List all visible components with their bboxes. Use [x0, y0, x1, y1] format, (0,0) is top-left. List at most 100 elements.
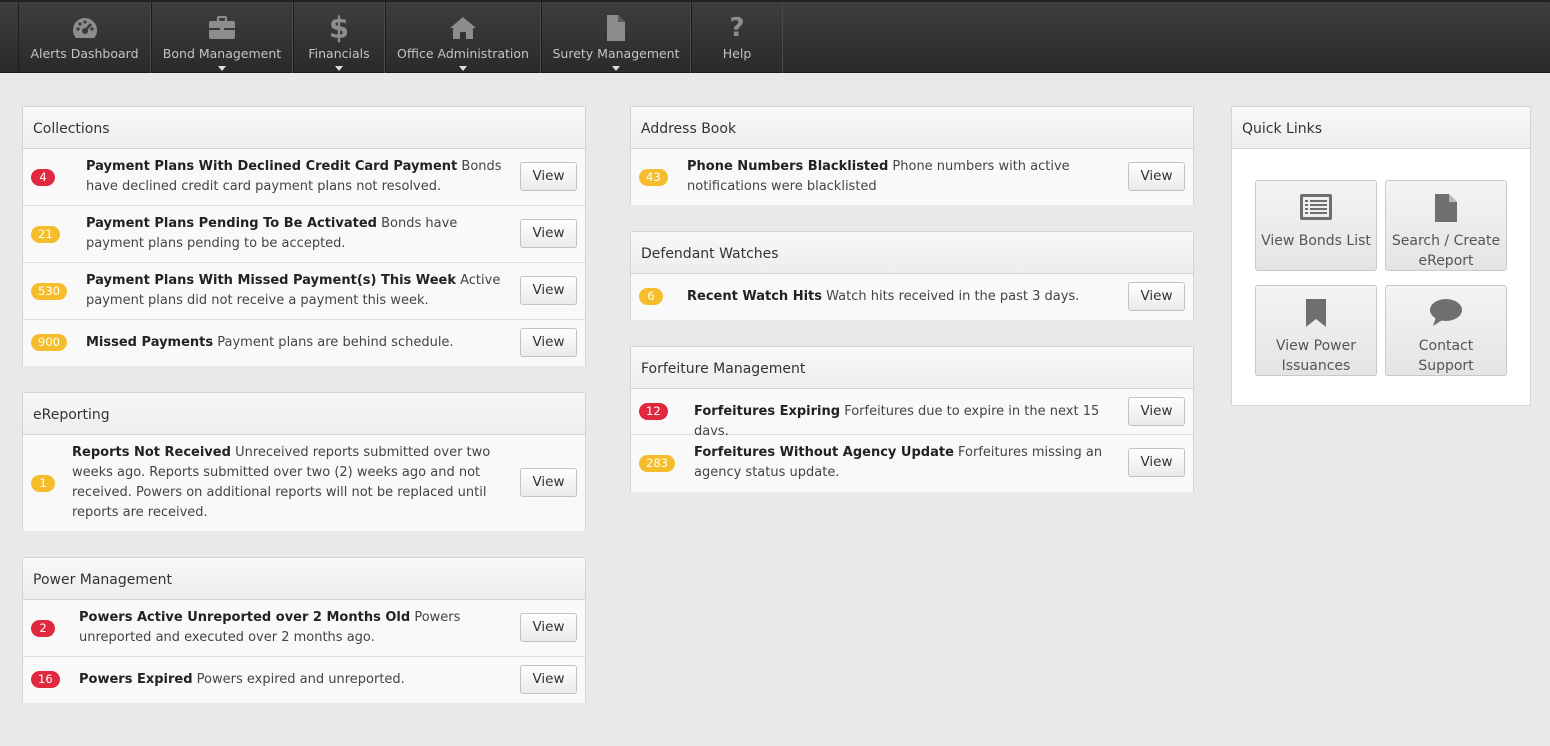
chevron-down-icon	[218, 66, 226, 71]
list-icon	[1256, 193, 1376, 223]
nav-label: Bond Management	[162, 46, 282, 61]
panel-title: Power Management	[23, 558, 585, 600]
nav-label: Alerts Dashboard	[30, 46, 139, 61]
count-badge: 4	[31, 169, 55, 186]
alert-row: 6 Recent Watch Hits Watch hits received …	[631, 274, 1193, 320]
quick-link-label: View Power Issuances	[1275, 338, 1356, 374]
home-icon	[448, 14, 478, 42]
defendant-watches-panel: Defendant Watches 6 Recent Watch Hits Wa…	[630, 231, 1194, 320]
view-button[interactable]: View	[520, 276, 577, 305]
nav-financials[interactable]: $ Financials	[293, 2, 385, 73]
file-icon	[604, 14, 628, 42]
alert-title: Payment Plans With Declined Credit Card …	[86, 159, 458, 174]
panel-title: Address Book	[631, 107, 1193, 149]
view-button[interactable]: View	[520, 328, 577, 357]
alert-title: Missed Payments	[86, 335, 214, 350]
forfeiture-management-panel: Forfeiture Management 12 Forfeitures Exp…	[630, 346, 1194, 492]
view-button[interactable]: View	[520, 613, 577, 642]
alert-text: Forfeitures Without Agency Update Forfei…	[694, 443, 1119, 483]
chevron-down-icon	[612, 66, 620, 71]
main-menu: Alerts Dashboard Bond Management $ Finan…	[18, 2, 783, 73]
address-book-panel: Address Book 43 Phone Numbers Blackliste…	[630, 106, 1194, 205]
bookmark-icon	[1256, 298, 1376, 328]
alert-title: Payment Plans Pending To Be Activated	[86, 216, 377, 231]
nav-alerts-dashboard[interactable]: Alerts Dashboard	[18, 2, 151, 73]
alert-text: Powers Active Unreported over 2 Months O…	[79, 608, 504, 648]
briefcase-icon	[207, 14, 237, 42]
alert-row: 16 Powers Expired Powers expired and unr…	[23, 657, 585, 703]
nav-label: Surety Management	[552, 46, 680, 61]
alert-description: Watch hits received in the past 3 days.	[826, 289, 1080, 304]
nav-label: Help	[722, 46, 752, 61]
alert-row: 283 Forfeitures Without Agency Update Fo…	[631, 435, 1193, 492]
panel-title: Quick Links	[1232, 107, 1530, 149]
dashboard-icon	[70, 14, 100, 42]
quick-link-label: Contact Support	[1418, 338, 1474, 374]
alert-title: Forfeitures Without Agency Update	[694, 445, 954, 460]
panel-title: Collections	[23, 107, 585, 149]
alert-text: Payment Plans Pending To Be Activated Bo…	[86, 214, 511, 254]
alert-description: Powers expired and unreported.	[196, 672, 405, 687]
alert-row: 43 Phone Numbers Blacklisted Phone numbe…	[631, 149, 1193, 205]
view-button[interactable]: View	[1128, 397, 1185, 426]
chevron-down-icon	[459, 66, 467, 71]
alert-row: 12 Forfeitures Expiring Forfeitures due …	[631, 389, 1193, 439]
alert-text: Reports Not Received Unreceived reports …	[72, 443, 502, 523]
power-management-panel: Power Management 2 Powers Active Unrepor…	[22, 557, 586, 703]
document-icon	[1386, 193, 1506, 223]
quick-link-search-create-ereport[interactable]: Search / Create eReport	[1385, 180, 1507, 271]
count-badge: 2	[31, 620, 55, 637]
quick-links-panel: Quick Links View Bonds List Search / Cre…	[1231, 106, 1531, 406]
alert-row: 1 Reports Not Received Unreceived report…	[23, 435, 585, 531]
view-button[interactable]: View	[520, 468, 577, 497]
alert-title: Phone Numbers Blacklisted	[687, 159, 889, 174]
alert-row: 21 Payment Plans Pending To Be Activated…	[23, 206, 585, 263]
quick-link-label: View Bonds List	[1261, 233, 1371, 249]
count-badge: 16	[31, 671, 60, 688]
nav-label: Office Administration	[397, 46, 529, 61]
count-badge: 43	[639, 169, 668, 186]
alert-title: Recent Watch Hits	[687, 289, 822, 304]
alert-row: 900 Missed Payments Payment plans are be…	[23, 320, 585, 366]
nav-bond-management[interactable]: Bond Management	[151, 2, 293, 73]
view-button[interactable]: View	[1128, 162, 1185, 191]
chevron-down-icon	[335, 66, 343, 71]
view-button[interactable]: View	[520, 665, 577, 694]
alert-text: Payment Plans With Missed Payment(s) Thi…	[86, 271, 511, 311]
alert-text: Phone Numbers Blacklisted Phone numbers …	[687, 157, 1117, 197]
alert-row: 4 Payment Plans With Declined Credit Car…	[23, 149, 585, 206]
count-badge: 21	[31, 226, 60, 243]
alert-title: Powers Expired	[79, 672, 193, 687]
ereporting-panel: eReporting 1 Reports Not Received Unrece…	[22, 392, 586, 531]
alert-text: Payment Plans With Declined Credit Card …	[86, 157, 511, 197]
nav-label: Financials	[308, 46, 370, 61]
view-button[interactable]: View	[520, 219, 577, 248]
view-button[interactable]: View	[520, 162, 577, 191]
view-button[interactable]: View	[1128, 282, 1185, 311]
top-navigation-bar: Alerts Dashboard Bond Management $ Finan…	[0, 0, 1550, 73]
alert-title: Payment Plans With Missed Payment(s) Thi…	[86, 273, 456, 288]
alert-title: Powers Active Unreported over 2 Months O…	[79, 610, 411, 625]
alert-title: Reports Not Received	[72, 445, 231, 460]
quick-link-label: Search / Create eReport	[1391, 233, 1501, 269]
chat-bubble-icon	[1386, 298, 1506, 328]
alert-text: Recent Watch Hits Watch hits received in…	[687, 287, 1117, 307]
quick-link-contact-support[interactable]: Contact Support	[1385, 285, 1507, 376]
collections-panel: Collections 4 Payment Plans With Decline…	[22, 106, 586, 366]
count-badge: 900	[31, 334, 67, 351]
count-badge: 1	[31, 475, 55, 492]
count-badge: 12	[639, 403, 668, 420]
nav-surety-management[interactable]: Surety Management	[541, 2, 691, 73]
panel-title: eReporting	[23, 393, 585, 435]
quick-link-view-power-issuances[interactable]: View Power Issuances	[1255, 285, 1377, 376]
alert-title: Forfeitures Expiring	[694, 404, 841, 419]
nav-office-administration[interactable]: Office Administration	[385, 2, 541, 73]
panel-title: Defendant Watches	[631, 232, 1193, 274]
quick-link-view-bonds-list[interactable]: View Bonds List	[1255, 180, 1377, 271]
alert-description: Payment plans are behind schedule.	[217, 335, 454, 350]
alert-row: 2 Powers Active Unreported over 2 Months…	[23, 600, 585, 657]
view-button[interactable]: View	[1128, 448, 1185, 477]
alert-row: 530 Payment Plans With Missed Payment(s)…	[23, 263, 585, 320]
nav-help[interactable]: ? Help	[691, 2, 783, 73]
dollar-icon: $	[328, 11, 350, 45]
